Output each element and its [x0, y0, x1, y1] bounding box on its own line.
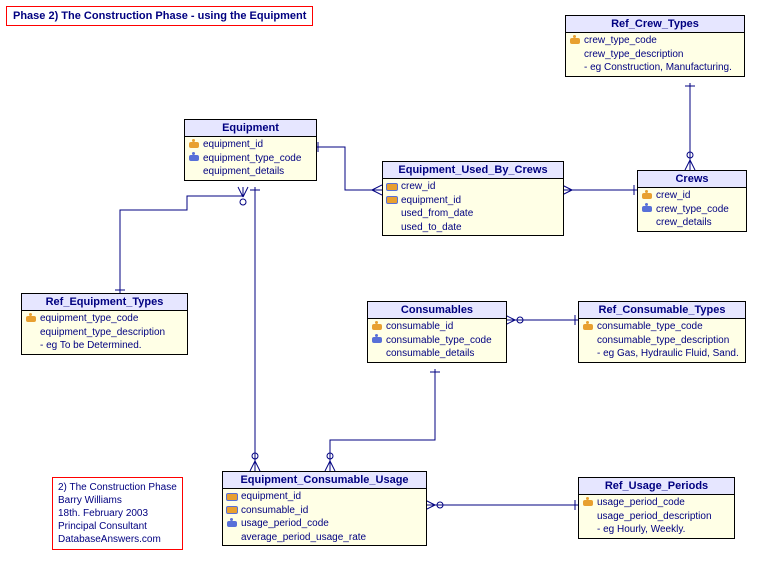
- pf-icon: [386, 182, 401, 192]
- column: consumable_details: [386, 347, 474, 361]
- column: usage_period_code: [241, 517, 329, 531]
- column: usage_period_code: [597, 496, 685, 510]
- column: consumable_id: [386, 320, 453, 334]
- column: equipment_id: [241, 490, 301, 504]
- info-line: DatabaseAnswers.com: [58, 533, 177, 546]
- column: consumable_id: [241, 504, 308, 518]
- column: equipment_type_description: [40, 326, 165, 340]
- column: equipment_type_code: [203, 152, 301, 166]
- pf-icon: [386, 195, 401, 205]
- fk-icon: [226, 519, 241, 529]
- column: crew_id: [401, 180, 435, 194]
- entity-title: Equipment_Consumable_Usage: [223, 472, 426, 489]
- column: crew_id: [656, 189, 690, 203]
- entity-equipment: Equipment equipment_id equipment_type_co…: [184, 119, 317, 181]
- fk-icon: [641, 204, 656, 214]
- pk-icon: [371, 322, 386, 332]
- column: consumable_type_code: [597, 320, 703, 334]
- entity-ref-consumable-types: Ref_Consumable_Types consumable_type_cod…: [578, 301, 746, 363]
- entity-ref-usage-periods: Ref_Usage_Periods usage_period_code usag…: [578, 477, 735, 539]
- column: used_to_date: [401, 221, 462, 235]
- entity-title: Ref_Usage_Periods: [579, 478, 734, 495]
- entity-title: Ref_Consumable_Types: [579, 302, 745, 319]
- pk-icon: [582, 322, 597, 332]
- example-text: - eg Hourly, Weekly.: [597, 523, 685, 537]
- info-line: 18th. February 2003: [58, 507, 177, 520]
- column: crew_type_code: [584, 34, 657, 48]
- info-box: 2) The Construction Phase Barry Williams…: [52, 477, 183, 550]
- entity-ref-equipment-types: Ref_Equipment_Types equipment_type_code …: [21, 293, 188, 355]
- pf-icon: [226, 492, 241, 502]
- entity-consumables: Consumables consumable_id consumable_typ…: [367, 301, 507, 363]
- column: crew_type_code: [656, 203, 729, 217]
- diagram-title: Phase 2) The Construction Phase - using …: [6, 6, 313, 26]
- info-line: Barry Williams: [58, 494, 177, 507]
- entity-equipment-consumable-usage: Equipment_Consumable_Usage equipment_id …: [222, 471, 427, 546]
- entity-crews: Crews crew_id crew_type_code crew_detail…: [637, 170, 747, 232]
- entity-title: Equipment: [185, 120, 316, 137]
- column: equipment_id: [203, 138, 263, 152]
- info-line: 2) The Construction Phase: [58, 481, 177, 494]
- entity-title: Ref_Equipment_Types: [22, 294, 187, 311]
- pk-icon: [582, 498, 597, 508]
- entity-title: Ref_Crew_Types: [566, 16, 744, 33]
- entity-title: Crews: [638, 171, 746, 188]
- pk-icon: [569, 36, 584, 46]
- column: crew_details: [656, 216, 712, 230]
- pk-icon: [25, 314, 40, 324]
- entity-ref-crew-types: Ref_Crew_Types crew_type_code crew_type_…: [565, 15, 745, 77]
- pk-icon: [188, 140, 203, 150]
- example-text: - eg To be Determined.: [40, 339, 142, 353]
- example-text: - eg Construction, Manufacturing.: [584, 61, 732, 75]
- column: consumable_type_code: [386, 334, 492, 348]
- pk-icon: [641, 191, 656, 201]
- entity-title: Equipment_Used_By_Crews: [383, 162, 563, 179]
- column: crew_type_description: [584, 48, 684, 62]
- column: equipment_id: [401, 194, 461, 208]
- fk-icon: [371, 335, 386, 345]
- example-text: - eg Gas, Hydraulic Fluid, Sand.: [597, 347, 739, 361]
- column: used_from_date: [401, 207, 473, 221]
- column: average_period_usage_rate: [241, 531, 366, 545]
- pf-icon: [226, 505, 241, 515]
- column: equipment_details: [203, 165, 284, 179]
- column: consumable_type_description: [597, 334, 729, 348]
- entity-equipment-used-by-crews: Equipment_Used_By_Crews crew_id equipmen…: [382, 161, 564, 236]
- column: equipment_type_code: [40, 312, 138, 326]
- info-line: Principal Consultant: [58, 520, 177, 533]
- entity-title: Consumables: [368, 302, 506, 319]
- fk-icon: [188, 153, 203, 163]
- column: usage_period_description: [597, 510, 712, 524]
